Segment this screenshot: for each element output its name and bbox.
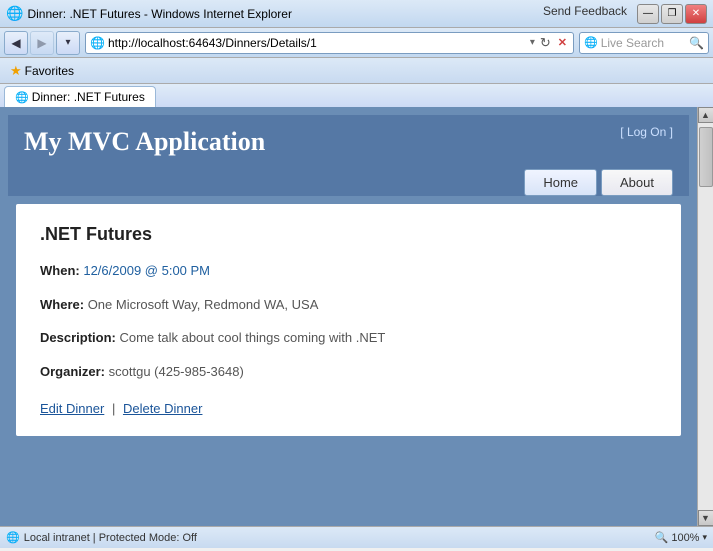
window-controls: Send Feedback — ❐ ✕: [543, 4, 707, 24]
restore-button[interactable]: ❐: [661, 4, 683, 24]
when-label: When:: [40, 263, 80, 278]
dinner-title: .NET Futures: [40, 224, 657, 245]
title-bar: 🌐 Dinner: .NET Futures - Windows Interne…: [0, 0, 713, 28]
close-button[interactable]: ✕: [685, 4, 707, 24]
status-icon: 🌐: [6, 531, 20, 544]
zoom-dropdown-icon[interactable]: ▾: [702, 532, 707, 543]
browser-icon: 🌐: [6, 5, 23, 22]
favorites-label: Favorites: [25, 64, 74, 78]
when-field: When: 12/6/2009 @ 5:00 PM: [40, 261, 657, 281]
zoom-control[interactable]: 🔍 100% ▾: [655, 531, 707, 544]
when-value: 12/6/2009 @ 5:00 PM: [83, 263, 210, 278]
where-field: Where: One Microsoft Way, Redmond WA, US…: [40, 295, 657, 315]
search-input[interactable]: Live Search: [601, 36, 686, 50]
app-header: [ Log On ] My MVC Application Home About: [8, 115, 689, 196]
scroll-down-button[interactable]: ▼: [698, 510, 713, 526]
about-nav-button[interactable]: About: [601, 169, 673, 196]
window-title: Dinner: .NET Futures - Windows Internet …: [27, 7, 543, 21]
zoom-icon: 🔍: [655, 531, 669, 544]
organizer-value: scottgu (425-985-3648): [109, 364, 244, 379]
browser-viewport: [ Log On ] My MVC Application Home About…: [0, 107, 713, 526]
nav-bar: Home About: [24, 165, 673, 196]
address-text: http://localhost:64643/Dinners/Details/1: [108, 36, 527, 50]
organizer-label: Organizer:: [40, 364, 105, 379]
address-dropdown-icon[interactable]: ▾: [530, 37, 535, 48]
action-separator: |: [112, 401, 115, 416]
zoom-level: 100%: [671, 532, 699, 544]
edit-dinner-link[interactable]: Edit Dinner: [40, 401, 104, 416]
status-bar: 🌐 Local intranet | Protected Mode: Off 🔍…: [0, 526, 713, 548]
search-bar[interactable]: 🌐 Live Search 🔍: [579, 32, 709, 54]
description-label: Description:: [40, 330, 116, 345]
organizer-field: Organizer: scottgu (425-985-3648): [40, 362, 657, 382]
forward-button[interactable]: ▶: [30, 31, 54, 55]
favorites-star-icon: ★: [10, 63, 22, 79]
live-search-icon: 🌐: [584, 36, 598, 49]
favorites-button[interactable]: ★ Favorites: [6, 61, 78, 81]
log-on-link[interactable]: Log On: [627, 125, 666, 139]
home-nav-button[interactable]: Home: [524, 169, 597, 196]
delete-dinner-link[interactable]: Delete Dinner: [123, 401, 203, 416]
app-title: My MVC Application: [24, 127, 673, 165]
browser-tab[interactable]: 🌐 Dinner: .NET Futures: [4, 86, 156, 107]
where-value: One Microsoft Way, Redmond WA, USA: [88, 297, 319, 312]
action-links: Edit Dinner | Delete Dinner: [40, 401, 657, 416]
scrollbar[interactable]: ▲ ▼: [697, 107, 713, 526]
tab-icon: 🌐: [15, 91, 29, 104]
refresh-button[interactable]: ↻: [538, 35, 553, 51]
back-button[interactable]: ◀: [4, 31, 28, 55]
search-icon[interactable]: 🔍: [689, 36, 704, 50]
minimize-button[interactable]: —: [637, 4, 659, 24]
address-bar[interactable]: 🌐 http://localhost:64643/Dinners/Details…: [85, 32, 574, 54]
scroll-thumb[interactable]: [699, 127, 713, 187]
scroll-track[interactable]: [698, 123, 713, 510]
description-field: Description: Come talk about cool things…: [40, 328, 657, 348]
content-area: .NET Futures When: 12/6/2009 @ 5:00 PM W…: [16, 204, 681, 436]
description-value: Come talk about cool things coming with …: [119, 330, 385, 345]
stop-button[interactable]: ✕: [556, 36, 569, 49]
where-label: Where:: [40, 297, 84, 312]
log-on-area: [ Log On ]: [620, 125, 673, 139]
tab-bar: 🌐 Dinner: .NET Futures: [0, 84, 713, 107]
tab-label: Dinner: .NET Futures: [32, 90, 145, 104]
address-icon: 🌐: [90, 36, 105, 50]
dropdown-button[interactable]: ▾: [56, 31, 80, 55]
favorites-bar: ★ Favorites: [0, 58, 713, 84]
toolbar: ◀ ▶ ▾ 🌐 http://localhost:64643/Dinners/D…: [0, 28, 713, 58]
send-feedback-link[interactable]: Send Feedback: [543, 4, 627, 24]
status-text: Local intranet | Protected Mode: Off: [24, 532, 651, 544]
scroll-up-button[interactable]: ▲: [698, 107, 713, 123]
page-content: [ Log On ] My MVC Application Home About…: [0, 107, 697, 526]
